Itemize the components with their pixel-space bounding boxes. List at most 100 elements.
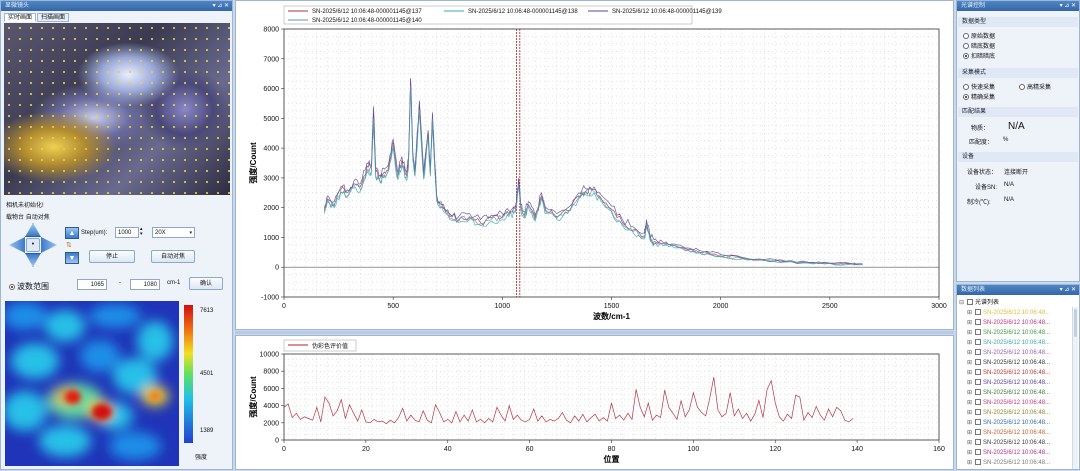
- grid: [283, 28, 940, 298]
- list-item[interactable]: ⊞ SN-2025/6/12 10:06:48...: [967, 328, 1050, 338]
- z-down-button[interactable]: ▼: [65, 252, 79, 264]
- panel-pin-icon[interactable]: ▾ ⊿ ✕: [213, 1, 229, 11]
- expand-icon[interactable]: ⊞: [967, 348, 973, 358]
- list-item[interactable]: ⊞ SN-2025/6/12 10:06:48...: [967, 428, 1050, 438]
- checkbox-icon[interactable]: [975, 389, 981, 395]
- expand-icon[interactable]: ⊞: [967, 438, 973, 448]
- list-item[interactable]: ⊞ SN-2025/6/12 10:06:48...: [967, 438, 1050, 448]
- expand-icon[interactable]: ⊞: [967, 388, 973, 398]
- move-left-button[interactable]: [9, 237, 25, 253]
- expand-icon[interactable]: ⊞: [967, 328, 973, 338]
- objective-select[interactable]: 20X ▾: [152, 227, 195, 238]
- colorbar-max-label: 7613: [200, 308, 214, 314]
- move-right-button[interactable]: [41, 237, 57, 253]
- checkbox-icon[interactable]: [975, 429, 981, 435]
- z-up-button[interactable]: ▲: [65, 227, 79, 239]
- tab-autofocus[interactable]: 自动对焦: [26, 215, 50, 221]
- objective-value: 20X: [155, 230, 166, 236]
- list-item[interactable]: ⊞ SN-2025/6/12 10:06:48...: [967, 448, 1050, 458]
- expand-icon[interactable]: ⊞: [967, 408, 973, 418]
- panel-pin-icon[interactable]: ▾ ⊿ ✕: [1060, 1, 1076, 11]
- panel-pin-icon[interactable]: ▾ ⊿ ✕: [1060, 285, 1076, 295]
- list-item[interactable]: ⊞ SN-2025/6/12 10:06:48...: [967, 378, 1050, 388]
- cooling-label: 制冷(℃):: [967, 200, 991, 206]
- x-tick-label: 500: [387, 303, 399, 310]
- checkbox-icon[interactable]: [975, 419, 981, 425]
- checkbox-icon[interactable]: [975, 379, 981, 385]
- scrollbar-thumb[interactable]: [1074, 309, 1077, 337]
- expand-icon[interactable]: ⊞: [967, 458, 973, 468]
- evaluation-chart[interactable]: 0 20 40 60 80 100 120 140 160 0 2000 4000 6000 8000 10…: [236, 336, 953, 469]
- wave-range-label: 波数范围: [17, 282, 49, 291]
- checkbox-icon[interactable]: [975, 439, 981, 445]
- checkbox-icon[interactable]: [975, 309, 981, 315]
- list-item[interactable]: ⊞ SN-2025/6/12 10:06:48...: [967, 398, 1050, 408]
- acq-high-radio[interactable]: 高精采集: [1019, 82, 1051, 91]
- list-item[interactable]: ⊞ SN-2025/6/12 10:06:48...: [967, 458, 1050, 468]
- move-down-button[interactable]: [25, 253, 41, 267]
- acq-fast-radio[interactable]: 快速采集: [963, 82, 995, 91]
- list-item[interactable]: ⊞ SN-2025/6/12 10:06:48...: [967, 368, 1050, 378]
- camera-image: [4, 23, 230, 195]
- checkbox-icon[interactable]: [975, 359, 981, 365]
- checkbox-icon[interactable]: [975, 339, 981, 345]
- camera-panel-title: 显微镜头 ▾ ⊿ ✕: [1, 1, 232, 11]
- tab-stage[interactable]: 载物台: [6, 215, 24, 221]
- step-spinner-icon[interactable]: ▴ ▾: [140, 227, 143, 237]
- expand-icon[interactable]: ⊞: [967, 308, 973, 318]
- expand-icon[interactable]: ⊞: [967, 398, 973, 408]
- data-type-dark-radio[interactable]: 暗底数据: [963, 41, 995, 50]
- expand-icon[interactable]: ⊞: [967, 338, 973, 348]
- expand-icon[interactable]: ⊞: [967, 378, 973, 388]
- list-root[interactable]: ⊟ 光谱列表: [959, 298, 999, 308]
- list-item[interactable]: ⊞ SN-2025/6/12 10:06:48...: [967, 308, 1050, 318]
- match-unit: %: [1003, 137, 1009, 143]
- checkbox-icon[interactable]: [975, 369, 981, 375]
- expand-icon[interactable]: ⊞: [967, 318, 973, 328]
- list-scrollbar[interactable]: [1072, 307, 1078, 469]
- expand-icon[interactable]: ⊞: [967, 448, 973, 458]
- wave-range-radio[interactable]: 波数范围: [9, 281, 49, 292]
- xy-joystick: •: [9, 223, 57, 267]
- stop-button[interactable]: 停止: [89, 250, 135, 263]
- autofocus-button[interactable]: 自动对焦: [151, 250, 195, 263]
- step-input[interactable]: 1000: [115, 227, 139, 238]
- data-type-subtract-radio[interactable]: 扣暗暗底: [963, 51, 995, 60]
- range-from-input[interactable]: 1065: [77, 279, 107, 290]
- move-up-button[interactable]: [25, 223, 41, 237]
- list-item[interactable]: ⊞ SN-2025/6/12 10:06:48...: [967, 348, 1050, 358]
- acq-precise-radio[interactable]: 精确采集: [963, 92, 995, 101]
- center-home-button[interactable]: •: [26, 238, 40, 252]
- legend-entry: SN-2025/6/12 10:06:48-000001145@138: [468, 9, 578, 15]
- list-item[interactable]: ⊞ SN-2025/6/12 10:06:48...: [967, 418, 1050, 428]
- data-type-raw-radio[interactable]: 原始数据: [963, 31, 995, 40]
- checkbox-icon[interactable]: [975, 349, 981, 355]
- camera-tabs: 实时画面 扫描画面: [4, 13, 70, 22]
- tab-live-view[interactable]: 实时画面: [4, 13, 37, 22]
- list-item[interactable]: ⊞ SN-2025/6/12 10:06:48...: [967, 318, 1050, 328]
- z-swap-icon[interactable]: ⇅: [66, 241, 72, 249]
- list-item[interactable]: ⊞ SN-2025/6/12 10:06:48...: [967, 358, 1050, 368]
- spectrum-chart[interactable]: 0 500 1000 1500 2000 2500 3000-100001000200030…: [236, 1, 953, 329]
- expand-icon[interactable]: ⊞: [967, 428, 973, 438]
- checkbox-icon[interactable]: [975, 459, 981, 465]
- tab-scan-view[interactable]: 扫描画面: [37, 13, 70, 22]
- list-item[interactable]: ⊞ SN-2025/6/12 10:06:48...: [967, 338, 1050, 348]
- confirm-button[interactable]: 确认: [189, 277, 223, 290]
- checkbox-icon[interactable]: [975, 319, 981, 325]
- expand-icon[interactable]: ⊞: [967, 358, 973, 368]
- x-tick-label: 80: [608, 446, 616, 453]
- checkbox-icon[interactable]: [975, 449, 981, 455]
- checkbox-icon[interactable]: [975, 409, 981, 415]
- list-item[interactable]: ⊞ SN-2025/6/12 10:06:48...: [967, 388, 1050, 398]
- collapse-icon[interactable]: ⊟: [959, 298, 965, 308]
- checkbox-icon[interactable]: [975, 329, 981, 335]
- checkbox-icon[interactable]: [975, 399, 981, 405]
- expand-icon[interactable]: ⊞: [967, 418, 973, 428]
- splitter-handle[interactable]: [235, 331, 954, 334]
- checkbox-icon[interactable]: [967, 299, 973, 305]
- list-item[interactable]: ⊞ SN-2025/6/12 10:06:48...: [967, 408, 1050, 418]
- expand-icon[interactable]: ⊞: [967, 368, 973, 378]
- range-to-input[interactable]: 1080: [130, 279, 160, 290]
- x-tick-label: 2000: [713, 303, 729, 310]
